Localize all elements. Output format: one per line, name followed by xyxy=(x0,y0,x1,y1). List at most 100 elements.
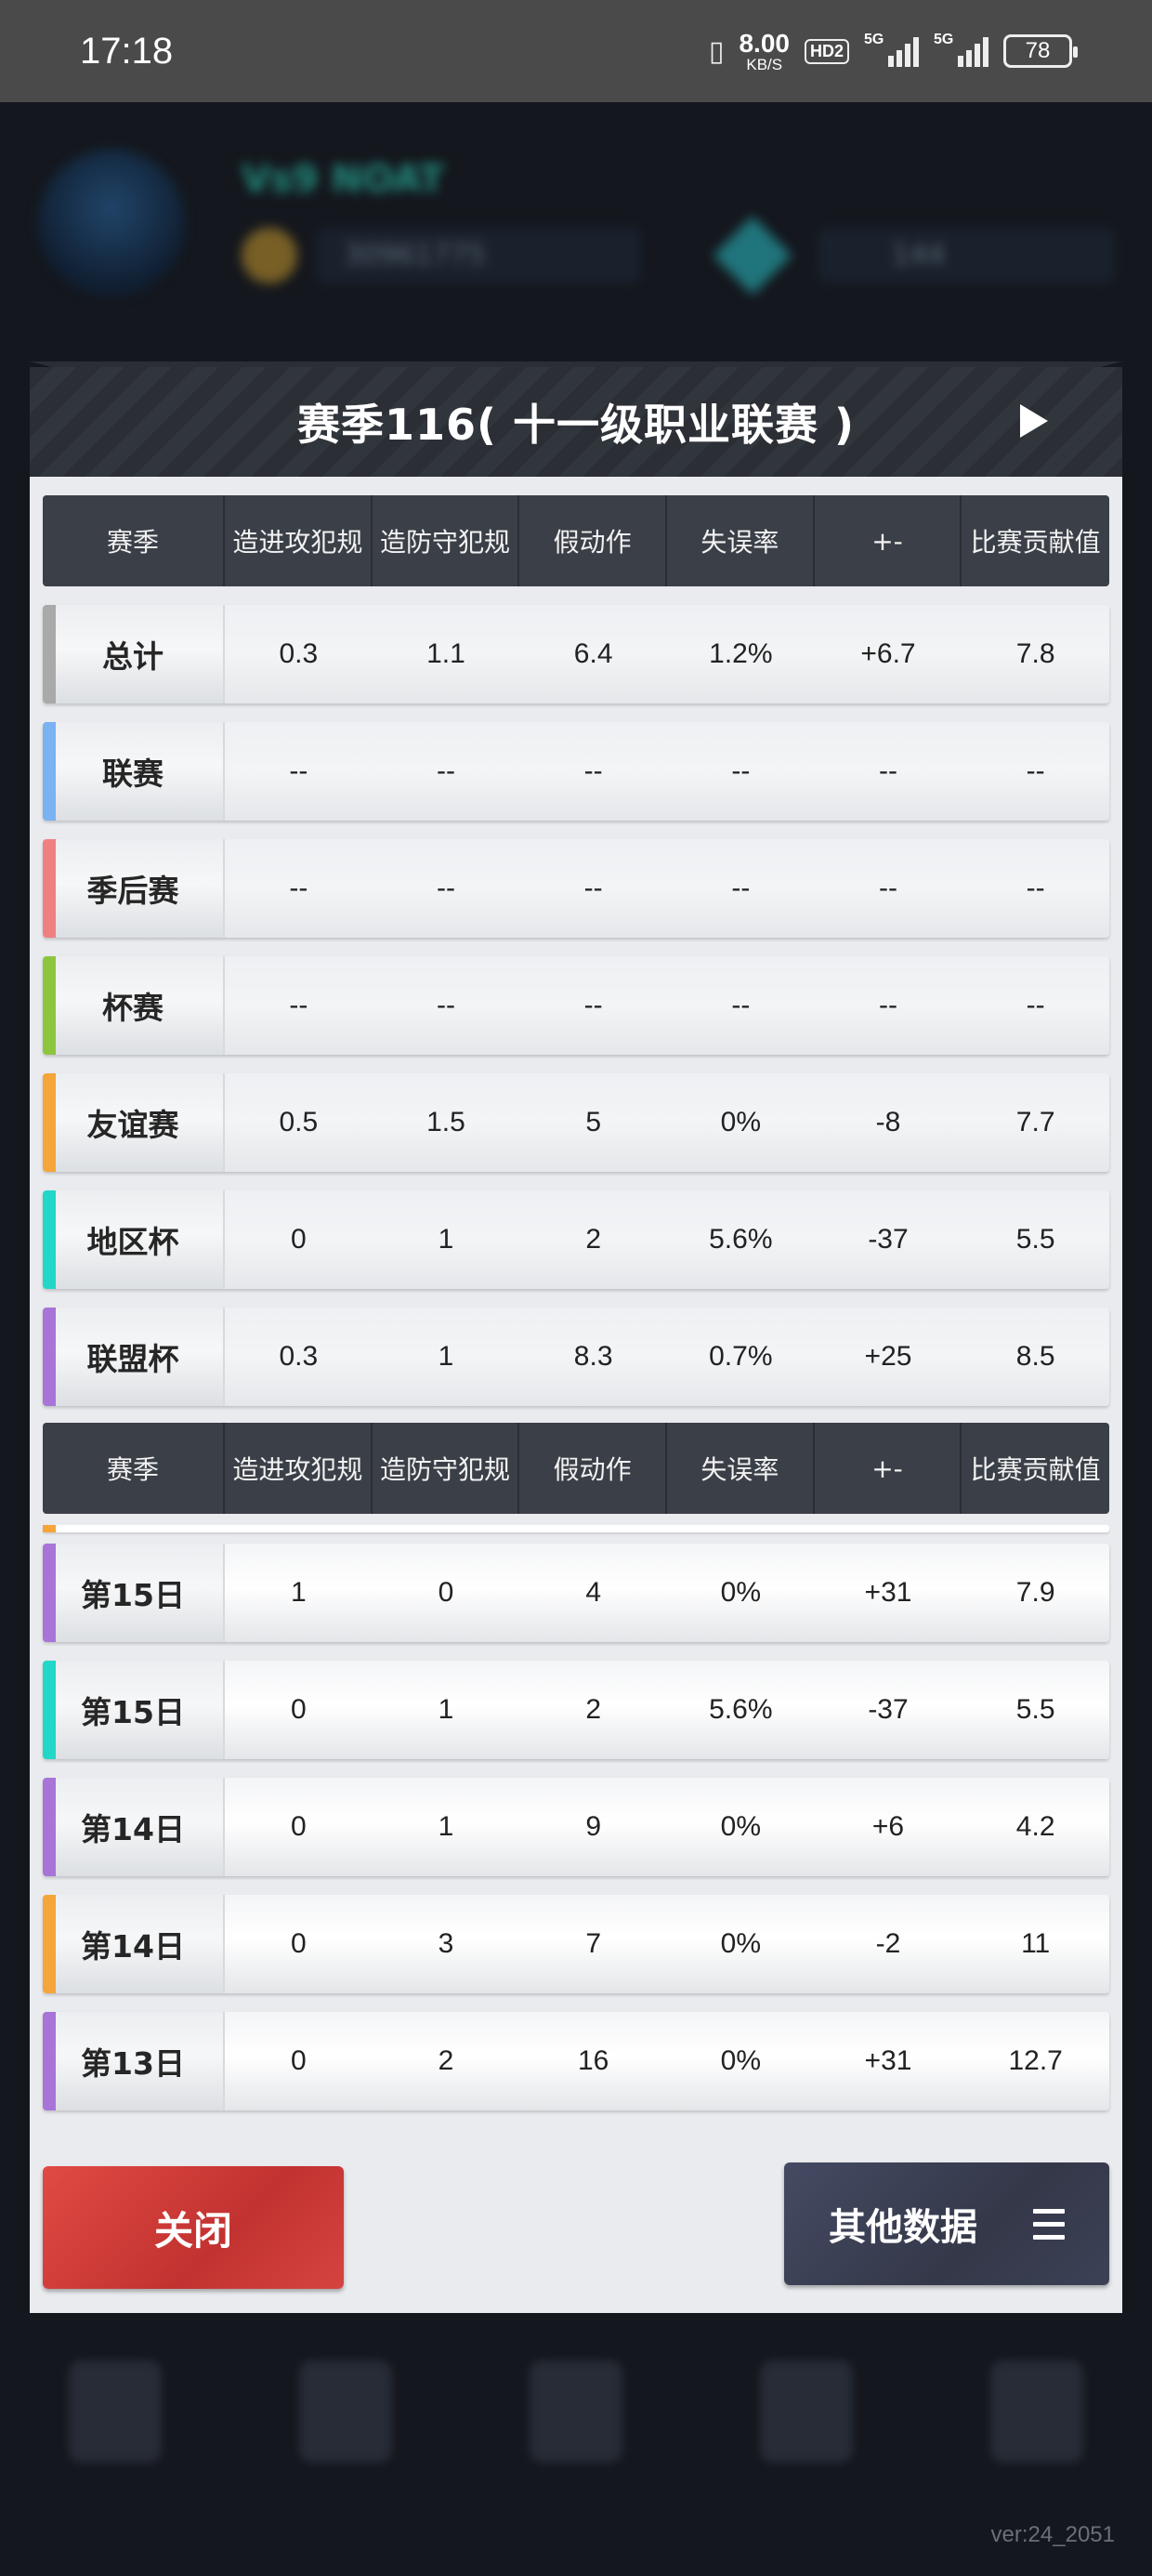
table-cell: 8.3 xyxy=(519,1308,667,1406)
category-color-stripe xyxy=(43,956,56,1055)
row-label-text: 友谊赛 xyxy=(86,1107,179,1143)
category-color-stripe xyxy=(43,1308,56,1406)
table-cell: -- xyxy=(372,956,520,1055)
header-col: 失误率 xyxy=(667,1423,815,1514)
table-cell: 0% xyxy=(720,1811,761,1842)
row-label: 地区杯 xyxy=(43,1190,225,1289)
row-label-text: 联盟杯 xyxy=(86,1341,179,1377)
signal-icon: 5G xyxy=(864,32,919,67)
header-col: 造防守犯规 xyxy=(373,495,520,586)
table-cell: 1.5 xyxy=(372,1073,520,1172)
table-cell: -- xyxy=(667,956,815,1055)
row-label-text: 第14日 xyxy=(81,1811,185,1847)
table-cell: -- xyxy=(225,722,373,821)
row-label: 联盟杯 xyxy=(43,1308,225,1406)
row-label-text: 联赛 xyxy=(102,756,164,792)
row-label: 第14日 xyxy=(43,1778,225,1876)
table-cell: 0 xyxy=(438,1577,454,1608)
signal-icon-2: 5G xyxy=(934,32,988,67)
table-cell: -- xyxy=(372,839,520,938)
table-cell: -8 xyxy=(814,1073,962,1172)
bg-tab-1 xyxy=(69,2360,162,2463)
row-label-text: 总计 xyxy=(102,638,164,675)
row-label: 第13日 xyxy=(43,2012,225,2110)
table-row: 第15日 0 1 2 5.6% -37 5.5 xyxy=(43,1661,1109,1759)
table-cell: 1 xyxy=(438,1811,454,1842)
table-cell: +6.7 xyxy=(814,605,962,703)
row-label-text: 第15日 xyxy=(81,1694,185,1730)
row-label-text: 第15日 xyxy=(81,1577,185,1613)
table-row: 第15日 1 0 4 0% +31 7.9 xyxy=(43,1544,1109,1642)
table-cell: -2 xyxy=(875,1928,901,1959)
table-cell: -- xyxy=(814,956,962,1055)
table-cell: 7 xyxy=(585,1928,601,1959)
table-cell: 1 xyxy=(372,1190,520,1289)
table-cell: 0.3 xyxy=(225,1308,373,1406)
bg-tab-5 xyxy=(990,2360,1083,2463)
row-label-text: 第14日 xyxy=(81,1928,185,1965)
category-color-stripe xyxy=(43,1190,56,1289)
table-cell: 0% xyxy=(720,1577,761,1608)
row-label: 总计 xyxy=(43,605,225,703)
battery-icon: 78 xyxy=(1003,34,1078,68)
header-col: 假动作 xyxy=(519,495,667,586)
table-cell: 2 xyxy=(519,1190,667,1289)
modal-title: 赛季116( 十一级职业联赛 ) xyxy=(296,400,856,450)
table-cell: 0 xyxy=(290,2045,307,2076)
scroll-peek-row xyxy=(43,1525,1109,1532)
battery-level: 78 xyxy=(1025,38,1051,63)
category-color-stripe xyxy=(43,1778,56,1876)
table-row: 联赛 -- -- -- -- -- -- xyxy=(43,722,1109,821)
net-speed-unit: KB/S xyxy=(746,55,783,73)
header-col: 造进攻犯规 xyxy=(225,1423,373,1514)
table-cell: 0.3 xyxy=(225,605,373,703)
gem-counter: 144 xyxy=(818,228,1115,283)
table-cell: -37 xyxy=(814,1190,962,1289)
table-cell: 3 xyxy=(438,1928,454,1959)
table-cell: 5.6% xyxy=(667,1190,815,1289)
vibrate-icon: ▯ xyxy=(708,35,725,67)
net-speed: 8.00 KB/S xyxy=(739,30,790,73)
table-cell: 1.1 xyxy=(372,605,520,703)
table-cell: 0% xyxy=(667,1073,815,1172)
bg-tab-4 xyxy=(760,2360,853,2463)
table-cell: 0 xyxy=(290,1694,307,1725)
row-label-text: 杯赛 xyxy=(102,990,164,1026)
row-label: 联赛 xyxy=(43,722,225,821)
close-button-label: 关闭 xyxy=(153,2207,232,2254)
next-season-play-icon[interactable] xyxy=(1020,404,1048,438)
signal-tag-1: 5G xyxy=(864,32,884,47)
category-color-stripe xyxy=(43,1073,56,1172)
table-cell: 16 xyxy=(577,2045,609,2076)
table-cell: -- xyxy=(667,839,815,938)
table-cell: -- xyxy=(225,956,373,1055)
table-cell: -- xyxy=(962,722,1109,821)
row-label: 第15日 xyxy=(43,1544,225,1642)
table-cell: -- xyxy=(519,839,667,938)
status-time: 17:18 xyxy=(80,30,174,72)
header-col: 造进攻犯规 xyxy=(225,495,373,586)
table-cell: 0 xyxy=(290,1811,307,1842)
close-button[interactable]: 关闭 xyxy=(43,2166,344,2289)
table-cell: 5 xyxy=(519,1073,667,1172)
table-cell: 4.2 xyxy=(1015,1811,1055,1842)
table-cell: 6.4 xyxy=(519,605,667,703)
menu-icon xyxy=(1033,2208,1065,2240)
table-cell: +31 xyxy=(864,1577,912,1608)
table-row: 友谊赛 0.5 1.5 5 0% -8 7.7 xyxy=(43,1073,1109,1172)
row-label-text: 地区杯 xyxy=(86,1224,179,1260)
bg-tab-2 xyxy=(299,2360,392,2463)
table-row: 季后赛 -- -- -- -- -- -- xyxy=(43,839,1109,938)
category-color-stripe xyxy=(43,2012,56,2110)
table-header-games: 赛季 造进攻犯规 造防守犯规 假动作 失误率 +- 比赛贡献值 xyxy=(43,1423,1109,1514)
other-data-button[interactable]: 其他数据 xyxy=(784,2162,1109,2285)
hd-icon: HD2 xyxy=(804,38,849,64)
table-cell: +31 xyxy=(864,2045,912,2076)
row-label: 第15日 xyxy=(43,1661,225,1759)
game-rows[interactable]: 第15日 1 0 4 0% +31 7.9 第15日 0 1 2 5.6% -37 5.5 第14日 0 1 9 0… xyxy=(43,1544,1109,2110)
modal-header: 赛季116( 十一级职业联赛 ) xyxy=(30,367,1122,477)
category-color-stripe xyxy=(43,722,56,821)
row-label: 杯赛 xyxy=(43,956,225,1055)
team-logo xyxy=(37,149,186,297)
table-row: 联盟杯 0.3 1 8.3 0.7% +25 8.5 xyxy=(43,1308,1109,1406)
